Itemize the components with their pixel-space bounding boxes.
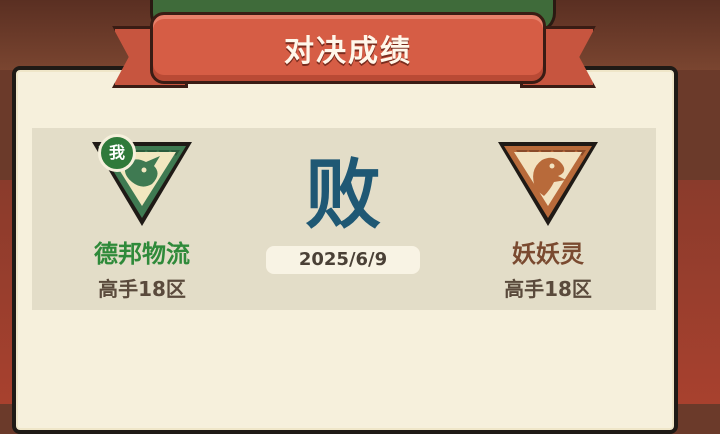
- page-title: 对决成绩: [284, 34, 412, 69]
- match-result: 败 2025/6/9: [266, 150, 420, 274]
- self-name: 德邦物流: [94, 240, 190, 268]
- bird-emblem-icon: [488, 134, 608, 230]
- title-ribbon: 对决成绩: [150, 12, 546, 84]
- result-outcome: 败: [305, 150, 381, 239]
- opponent-server: 高手18区: [504, 277, 592, 301]
- player-opponent[interactable]: 妖妖灵 高手18区: [468, 134, 628, 302]
- player-self[interactable]: 我 德邦物流 高手18区: [62, 134, 222, 302]
- opponent-name: 妖妖灵: [512, 240, 584, 268]
- self-server: 高手18区: [98, 277, 186, 301]
- rhino-emblem-icon: 我: [82, 134, 202, 230]
- match-date: 2025/6/9: [266, 246, 420, 274]
- self-badge: 我: [98, 134, 136, 172]
